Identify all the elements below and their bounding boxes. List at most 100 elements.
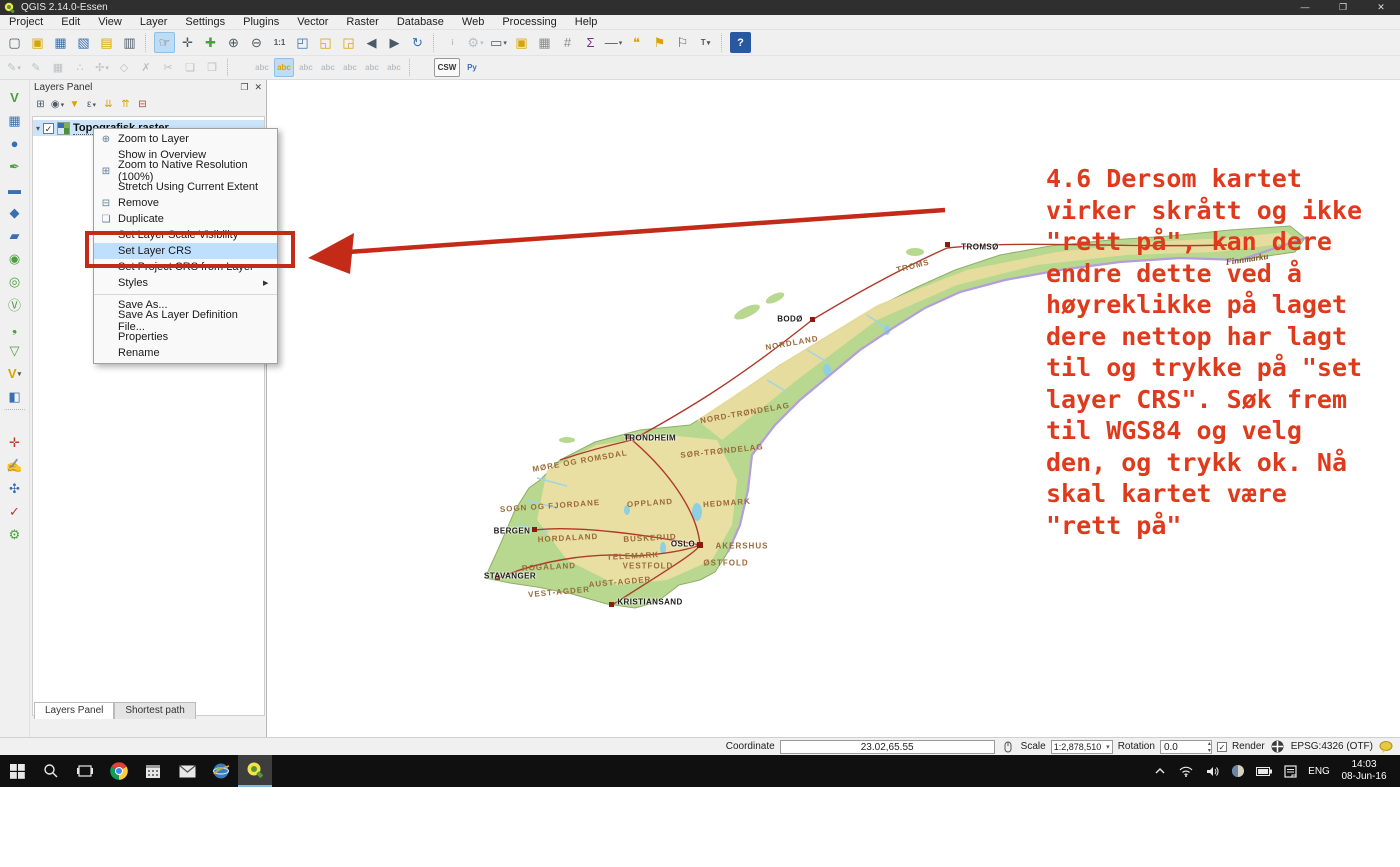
add-delimited-text-layer-icon[interactable]: ❟ [4, 317, 26, 338]
collapse-all-icon[interactable]: ⇈ [117, 97, 134, 113]
expand-all-icon[interactable]: ⇊ [100, 97, 117, 113]
context-menu-item[interactable]: Save As Layer Definition File... ▶ [94, 313, 277, 329]
onedrive-icon[interactable] [1226, 755, 1250, 787]
menu-item[interactable]: Vector [288, 15, 337, 30]
identify-features-icon[interactable]: i [442, 32, 463, 53]
expand-chevron-icon[interactable]: ▾ [36, 124, 40, 133]
context-menu-item[interactable]: Rename ▶ [94, 345, 277, 361]
map-tips-icon[interactable]: ❝ [626, 32, 647, 53]
deselect-features-icon[interactable]: ▣ [511, 32, 532, 53]
composer-manager-icon[interactable]: ▥ [119, 32, 140, 53]
pin-unpin-labels-icon[interactable]: abc [296, 58, 316, 77]
add-oracle-layer-icon[interactable]: ◆ [4, 202, 26, 223]
paste-features-icon[interactable]: ❒ [202, 58, 222, 77]
clock[interactable]: 14:03 08-Jun-16 [1336, 759, 1392, 783]
add-spatialite-layer-icon[interactable]: ✒ [4, 156, 26, 177]
context-menu-item[interactable]: Stretch Using Current Extent ▶ [94, 179, 277, 195]
panel-float-icon[interactable]: ❐ [240, 82, 248, 93]
zoom-next-icon[interactable]: ▶ [384, 32, 405, 53]
menu-item[interactable]: Raster [337, 15, 387, 30]
menu-item[interactable]: View [89, 15, 131, 30]
add-postgis-layer-icon[interactable]: ● [4, 133, 26, 154]
text-annotation-tool-icon[interactable]: ✍ [4, 455, 26, 476]
dock-tab[interactable]: Layers Panel [34, 702, 114, 719]
measure-line-icon[interactable]: ― [603, 32, 624, 53]
add-raster-layer-icon[interactable]: ▦ [4, 110, 26, 131]
rotate-label-icon[interactable]: abc [362, 58, 382, 77]
close-button[interactable]: ✕ [1362, 0, 1400, 15]
menu-item[interactable]: Project [0, 15, 52, 30]
search-button[interactable] [34, 755, 68, 787]
context-menu-item[interactable]: ⊕ Zoom to Layer ▶ [94, 131, 277, 147]
add-virtual-layer-icon[interactable]: ▽ [4, 340, 26, 361]
zoom-full-icon[interactable]: ◰ [292, 32, 313, 53]
new-project-icon[interactable]: ▢ [4, 32, 25, 53]
crs-status[interactable]: EPSG:4326 (OTF) [1291, 741, 1373, 752]
coordinate-capture-icon[interactable]: ✛ [4, 432, 26, 453]
refresh-map-icon[interactable]: ↻ [407, 32, 428, 53]
touch-zoom-pan-icon[interactable]: ☞ [154, 32, 175, 53]
move-feature-icon[interactable]: ✢ [92, 58, 112, 77]
minimize-button[interactable]: — [1286, 0, 1324, 15]
add-wms-layer-icon[interactable]: ◉ [4, 248, 26, 269]
coordinate-input[interactable]: 23.02,65.55 [780, 740, 995, 754]
delete-selected-icon[interactable]: ✗ [136, 58, 156, 77]
menu-item[interactable]: Plugins [234, 15, 288, 30]
add-db2-layer-icon[interactable]: ▰ [4, 225, 26, 246]
form-annotation-icon[interactable]: ✓ [4, 501, 26, 522]
rotation-spinbox[interactable]: 0.0▴▾ [1160, 740, 1212, 754]
new-print-composer-icon[interactable]: ▤ [96, 32, 117, 53]
scale-combo[interactable]: 1:2,878,510▾ [1051, 740, 1113, 754]
layer-visibility-checkbox[interactable]: ✓ [43, 123, 54, 134]
menu-item[interactable]: Web [453, 15, 493, 30]
context-menu-item[interactable]: Properties ▶ [94, 329, 277, 345]
zoom-out-icon[interactable]: ⊖ [246, 32, 267, 53]
add-group-icon[interactable]: ⊞ [32, 97, 49, 113]
highlight-pinned-labels-icon[interactable]: abc [252, 58, 272, 77]
add-vector-layer-icon[interactable]: V [4, 87, 26, 108]
zoom-last-icon[interactable]: ◀ [361, 32, 382, 53]
dock-tab[interactable]: Shortest path [114, 702, 195, 719]
remove-layer-icon[interactable]: ⊟ [134, 97, 151, 113]
layer-labeling-options-icon[interactable]: abc [274, 58, 294, 77]
menu-item[interactable]: Settings [176, 15, 234, 30]
zoom-to-layer-icon[interactable]: ◲ [338, 32, 359, 53]
help-icon[interactable]: ? [730, 32, 751, 53]
filter-legend-icon[interactable]: ▼ [66, 97, 83, 113]
move-annotation-icon[interactable]: ✣ [4, 478, 26, 499]
expression-filter-icon[interactable]: ε [83, 97, 100, 113]
tray-expand-chevron-icon[interactable] [1148, 755, 1172, 787]
toggle-editing-icon[interactable]: ✎ [26, 58, 46, 77]
move-label-icon[interactable]: abc [340, 58, 360, 77]
wifi-icon[interactable] [1174, 755, 1198, 787]
node-tool-icon[interactable]: ◇ [114, 58, 134, 77]
menu-item[interactable]: Processing [493, 15, 565, 30]
action-center-icon[interactable] [1278, 755, 1302, 787]
cut-features-icon[interactable]: ✂ [158, 58, 178, 77]
calendar-taskbar-button[interactable] [136, 755, 170, 787]
processing-toolbox-icon[interactable]: ⚙ [4, 524, 26, 545]
panel-close-icon[interactable]: ✕ [254, 82, 262, 93]
save-project-icon[interactable]: ▦ [50, 32, 71, 53]
pan-map-icon[interactable]: ✛ [177, 32, 198, 53]
new-shapefile-layer-icon[interactable]: V [4, 363, 26, 384]
select-features-icon[interactable]: ▭ [488, 32, 509, 53]
copy-features-icon[interactable]: ❏ [180, 58, 200, 77]
menu-item[interactable]: Edit [52, 15, 89, 30]
chrome-taskbar-button[interactable] [102, 755, 136, 787]
start-button[interactable] [0, 755, 34, 787]
maximize-button[interactable]: ❐ [1324, 0, 1362, 15]
run-feature-action-icon[interactable]: ⚙ [465, 32, 486, 53]
map-themes-icon[interactable]: ◧ [4, 386, 26, 407]
show-bookmarks-icon[interactable]: ⚐ [672, 32, 693, 53]
menu-item[interactable]: Database [388, 15, 453, 30]
csw-metasearch-icon[interactable]: CSW [434, 58, 460, 77]
statistical-summary-icon[interactable]: Σ [580, 32, 601, 53]
zoom-native-resolution-icon[interactable]: 1:1 [269, 32, 290, 53]
current-edits-icon[interactable]: ✎ [4, 58, 24, 77]
volume-icon[interactable] [1200, 755, 1224, 787]
pan-to-selection-icon[interactable]: ✚ [200, 32, 221, 53]
menu-item[interactable]: Help [566, 15, 607, 30]
context-menu-item[interactable]: ❏ Duplicate ▶ [94, 211, 277, 227]
field-calculator-icon[interactable]: # [557, 32, 578, 53]
